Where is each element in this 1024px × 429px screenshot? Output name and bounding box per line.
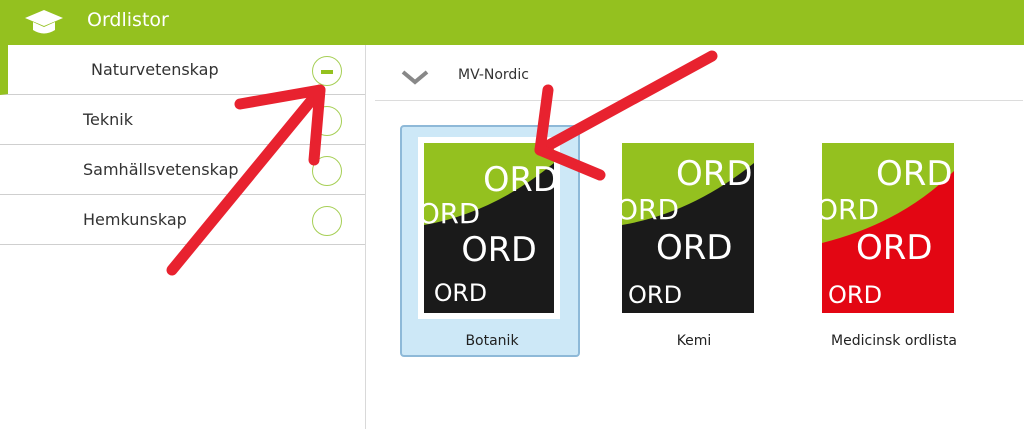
wordlist-tile-kemi[interactable]: ORD ORD ORD ORD Kemi xyxy=(602,125,782,357)
cover-ord-4: ORD xyxy=(828,281,882,309)
app-header: Ordlistor xyxy=(0,0,1024,45)
sidebar-item-hemkunskap[interactable]: Hemkunskap xyxy=(0,195,365,245)
collapse-toggle[interactable] xyxy=(312,56,342,86)
sidebar-item-teknik[interactable]: Teknik xyxy=(0,95,365,145)
expand-toggle[interactable] xyxy=(312,206,342,236)
cover-ord-2: ORD xyxy=(424,197,480,230)
page-title: Ordlistor xyxy=(87,9,169,31)
cover-ord-4: ORD xyxy=(434,279,487,307)
wordlist-panel: MV-Nordic ORD ORD ORD ORD Botanik ORD OR… xyxy=(367,45,1024,429)
minus-icon xyxy=(321,70,333,74)
publisher-name: MV-Nordic xyxy=(458,67,529,83)
cover-ord-2: ORD xyxy=(822,193,879,226)
sidebar-item-label: Naturvetenskap xyxy=(91,60,219,79)
sidebar-item-label: Teknik xyxy=(83,110,134,129)
expand-toggle[interactable] xyxy=(312,156,342,186)
cover-ord-3: ORD xyxy=(461,230,536,269)
wordlist-tile-botanik[interactable]: ORD ORD ORD ORD Botanik xyxy=(400,125,580,357)
wordlist-cover: ORD ORD ORD ORD xyxy=(822,143,954,313)
wordlist-name: Botanik xyxy=(465,333,519,349)
category-sidebar: Naturvetenskap Teknik Samhällsvetenskap … xyxy=(0,45,366,429)
graduation-cap-icon xyxy=(25,10,63,34)
cover-ord-1: ORD xyxy=(876,154,953,194)
sidebar-item-naturvetenskap[interactable]: Naturvetenskap xyxy=(0,45,365,95)
wordlist-cover: ORD ORD ORD ORD xyxy=(622,143,754,313)
expand-toggle[interactable] xyxy=(312,106,342,136)
cover-ord-3: ORD xyxy=(856,228,933,268)
cover-ord-1: ORD xyxy=(483,160,554,199)
sidebar-item-label: Samhällsvetenskap xyxy=(83,160,239,179)
cover-ord-1: ORD xyxy=(676,154,753,194)
publisher-group-header[interactable]: MV-Nordic xyxy=(375,53,1023,101)
cover-ord-4: ORD xyxy=(628,281,682,309)
cover-ord-3: ORD xyxy=(656,228,733,268)
wordlist-cover: ORD ORD ORD ORD xyxy=(418,137,560,319)
sidebar-item-label: Hemkunskap xyxy=(83,210,187,229)
wordlist-tile-medicinsk-ordlista[interactable]: ORD ORD ORD ORD Medicinsk ordlista xyxy=(802,125,982,357)
wordlist-name: Medicinsk ordlista xyxy=(831,333,957,349)
chevron-down-icon xyxy=(401,70,429,85)
sidebar-item-samhallsvetenskap[interactable]: Samhällsvetenskap xyxy=(0,145,365,195)
cover-ord-2: ORD xyxy=(622,193,679,226)
wordlist-name: Kemi xyxy=(676,333,712,349)
